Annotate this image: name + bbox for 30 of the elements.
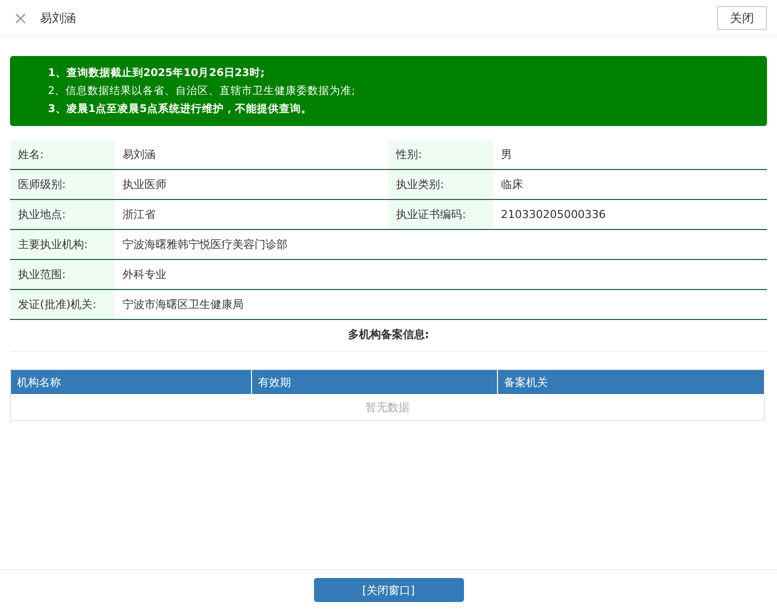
notice-line: 3、凌晨1点至凌晨5点系统进行维护，不能提供查询。 — [48, 102, 313, 117]
field-value: 外科专业 — [114, 260, 767, 290]
close-icon[interactable] — [15, 12, 26, 24]
column-header: 有效期 — [252, 370, 498, 394]
close-button[interactable]: 关闭 — [717, 6, 767, 30]
field-label: 姓名: — [10, 140, 115, 170]
field-label: 执业类别: — [388, 170, 493, 200]
section-title: 多机构备案信息: — [348, 328, 430, 341]
window-title: 易刘涵 — [40, 10, 77, 26]
field-value: 临床 — [492, 170, 767, 200]
field-label: 医师级别: — [10, 170, 115, 200]
field-value: 男 — [492, 140, 767, 170]
column-header: 机构名称 — [10, 370, 252, 394]
column-header: 备案机关 — [498, 370, 764, 394]
field-value: 宁波海曙雅韩宁悦医疗美容门诊部 — [114, 230, 767, 260]
field-label: 发证(批准)机关: — [10, 290, 115, 320]
notice-line: 1、查询数据截止到2025年10月26日23时; — [48, 66, 266, 81]
field-value: 易刘涵 — [114, 140, 388, 170]
notice-line: 2、信息数据结果以各省、自治区、直辖市卫生健康委数据为准; — [48, 84, 356, 99]
close-window-button[interactable]: [关闭窗口] — [314, 578, 464, 602]
field-value: 210330205000336 — [492, 200, 767, 230]
field-value: 浙江省 — [114, 200, 388, 230]
field-label: 执业证书编码: — [388, 200, 493, 230]
field-label: 执业范围: — [10, 260, 115, 290]
field-value: 执业医师 — [114, 170, 388, 200]
field-value: 宁波市海曙区卫生健康局 — [114, 290, 767, 320]
field-label: 主要执业机构: — [10, 230, 115, 260]
field-label: 性别: — [388, 140, 493, 170]
field-label: 执业地点: — [10, 200, 115, 230]
empty-text: 暂无数据 — [10, 394, 764, 420]
